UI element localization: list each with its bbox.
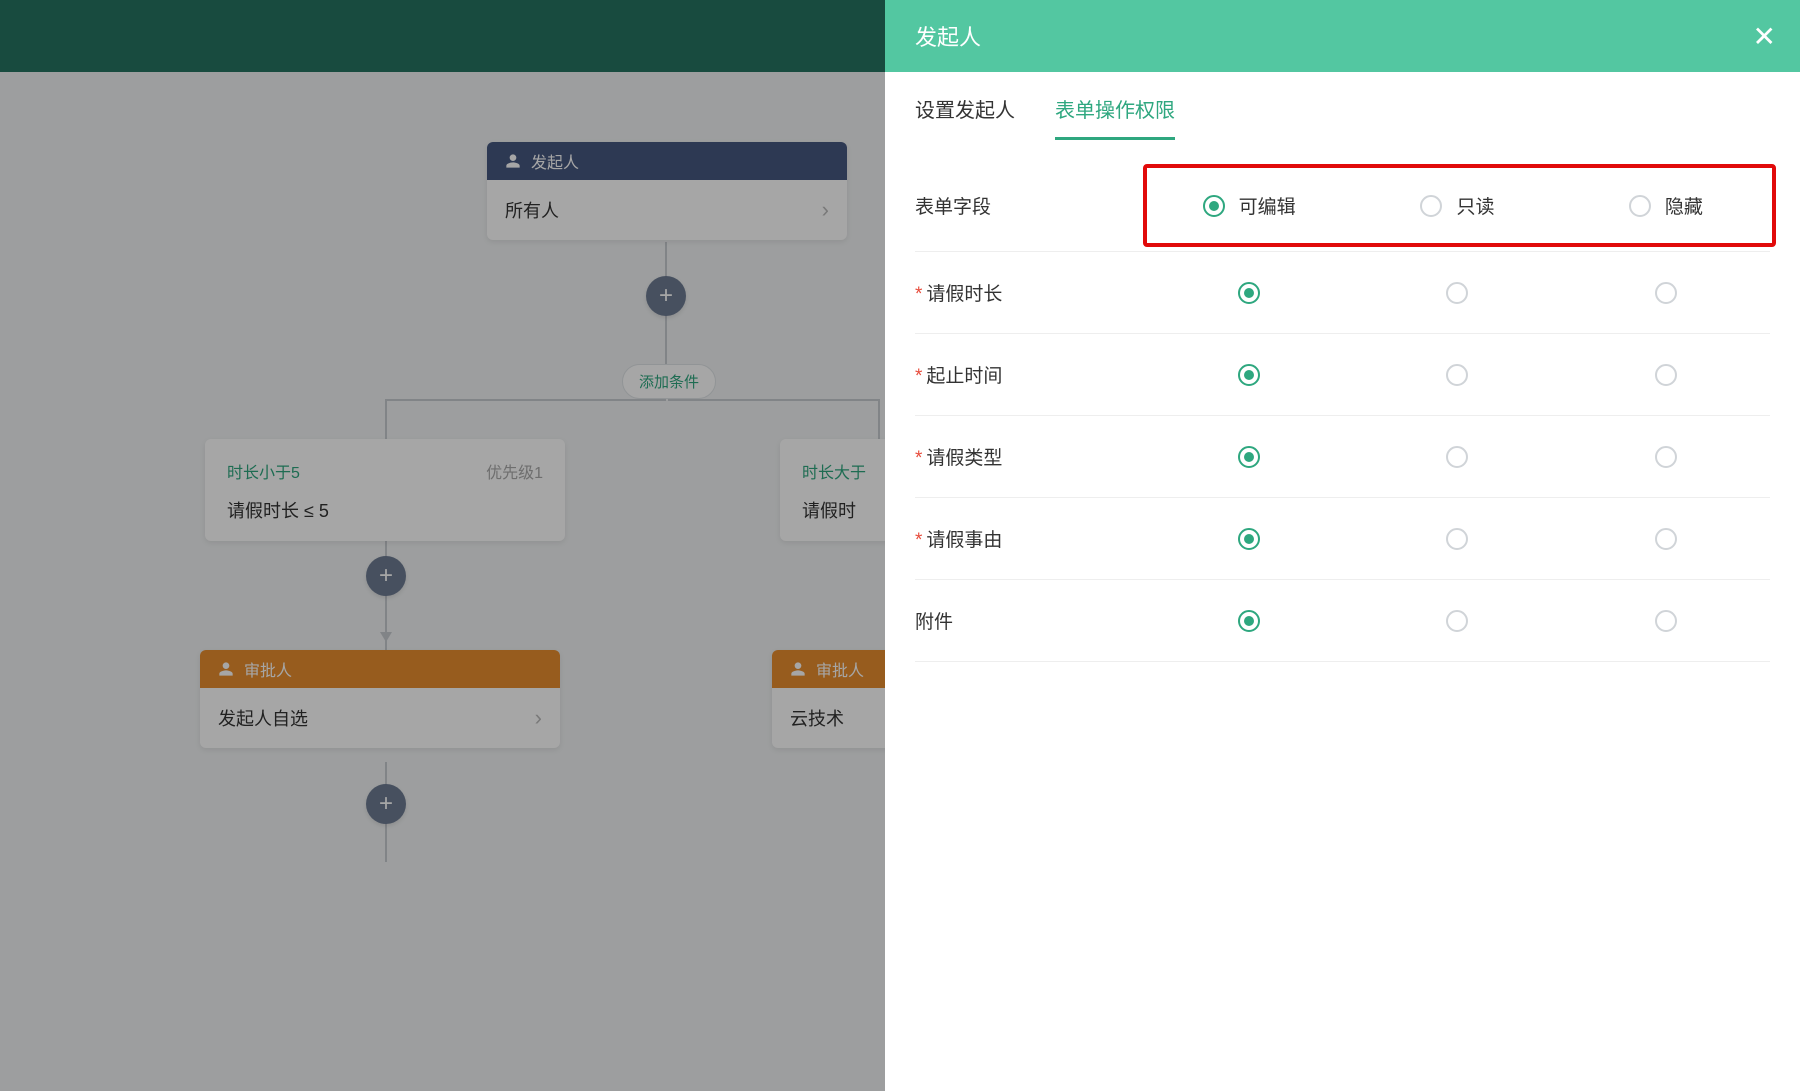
table-row: *起止时间	[915, 334, 1770, 416]
radio-cell-readonly[interactable]	[1353, 446, 1561, 468]
radio-cell-readonly[interactable]	[1353, 610, 1561, 632]
column-readonly[interactable]: 只读	[1353, 192, 1561, 219]
permissions-table: 表单字段 可编辑 只读 隐藏 *请假时长*起止时间*请假类型*请假事由附件	[885, 140, 1800, 662]
radio-hidden[interactable]	[1655, 364, 1677, 386]
radio-editable[interactable]	[1238, 364, 1260, 386]
radio-readonly[interactable]	[1446, 282, 1468, 304]
column-hidden[interactable]: 隐藏	[1562, 192, 1770, 219]
column-field-label: 表单字段	[915, 192, 1145, 219]
panel-title: 发起人	[915, 20, 981, 52]
table-row: *请假类型	[915, 416, 1770, 498]
required-star: *	[915, 366, 922, 387]
field-label-text: 请假事由	[926, 530, 1002, 551]
radio-hidden[interactable]	[1655, 282, 1677, 304]
field-label-text: 请假类型	[926, 448, 1002, 469]
tab-settings[interactable]: 设置发起人	[915, 94, 1015, 140]
radio-editable[interactable]	[1238, 446, 1260, 468]
radio-hidden[interactable]	[1655, 528, 1677, 550]
radio-cell-editable[interactable]	[1145, 446, 1353, 468]
required-star: *	[915, 530, 922, 551]
radio-cell-readonly[interactable]	[1353, 282, 1561, 304]
tabs: 设置发起人 表单操作权限	[885, 72, 1800, 140]
table-row: *请假时长	[915, 252, 1770, 334]
radio-readonly[interactable]	[1446, 446, 1468, 468]
radio-editable[interactable]	[1238, 282, 1260, 304]
radio-select-all-hidden[interactable]	[1629, 195, 1651, 217]
radio-cell-readonly[interactable]	[1353, 364, 1561, 386]
radio-select-all-editable[interactable]	[1203, 195, 1225, 217]
radio-readonly[interactable]	[1446, 364, 1468, 386]
radio-dot	[1244, 534, 1254, 544]
radio-cell-hidden[interactable]	[1562, 282, 1770, 304]
radio-select-all-readonly[interactable]	[1420, 195, 1442, 217]
radio-cell-readonly[interactable]	[1353, 528, 1561, 550]
radio-cell-editable[interactable]	[1145, 282, 1353, 304]
field-label-text: 附件	[915, 612, 953, 633]
radio-dot	[1244, 452, 1254, 462]
field-label: *请假时长	[915, 279, 1145, 306]
radio-cell-editable[interactable]	[1145, 364, 1353, 386]
field-label: *请假类型	[915, 443, 1145, 470]
radio-cell-hidden[interactable]	[1562, 610, 1770, 632]
field-label: *请假事由	[915, 525, 1145, 552]
radio-editable[interactable]	[1238, 610, 1260, 632]
radio-hidden[interactable]	[1655, 610, 1677, 632]
radio-readonly[interactable]	[1446, 528, 1468, 550]
tab-permissions[interactable]: 表单操作权限	[1055, 94, 1175, 140]
radio-editable[interactable]	[1238, 528, 1260, 550]
required-star: *	[915, 284, 922, 305]
field-label: *起止时间	[915, 361, 1145, 388]
table-row: *请假事由	[915, 498, 1770, 580]
radio-dot	[1244, 616, 1254, 626]
side-panel: 发起人 ✕ 设置发起人 表单操作权限 表单字段 可编辑 只读 隐藏 *请假时长*…	[885, 0, 1800, 1091]
radio-cell-hidden[interactable]	[1562, 528, 1770, 550]
table-row: 附件	[915, 580, 1770, 662]
required-star: *	[915, 448, 922, 469]
radio-hidden[interactable]	[1655, 446, 1677, 468]
field-label-text: 请假时长	[926, 284, 1002, 305]
field-label: 附件	[915, 607, 1145, 634]
radio-cell-editable[interactable]	[1145, 528, 1353, 550]
field-label-text: 起止时间	[926, 366, 1002, 387]
radio-readonly[interactable]	[1446, 610, 1468, 632]
panel-header: 发起人 ✕	[885, 0, 1800, 72]
radio-cell-hidden[interactable]	[1562, 446, 1770, 468]
radio-cell-hidden[interactable]	[1562, 364, 1770, 386]
radio-cell-editable[interactable]	[1145, 610, 1353, 632]
radio-dot	[1244, 370, 1254, 380]
close-icon[interactable]: ✕	[1753, 20, 1776, 53]
table-header-row: 表单字段 可编辑 只读 隐藏	[915, 160, 1770, 252]
column-editable[interactable]: 可编辑	[1145, 192, 1353, 219]
radio-dot	[1244, 288, 1254, 298]
